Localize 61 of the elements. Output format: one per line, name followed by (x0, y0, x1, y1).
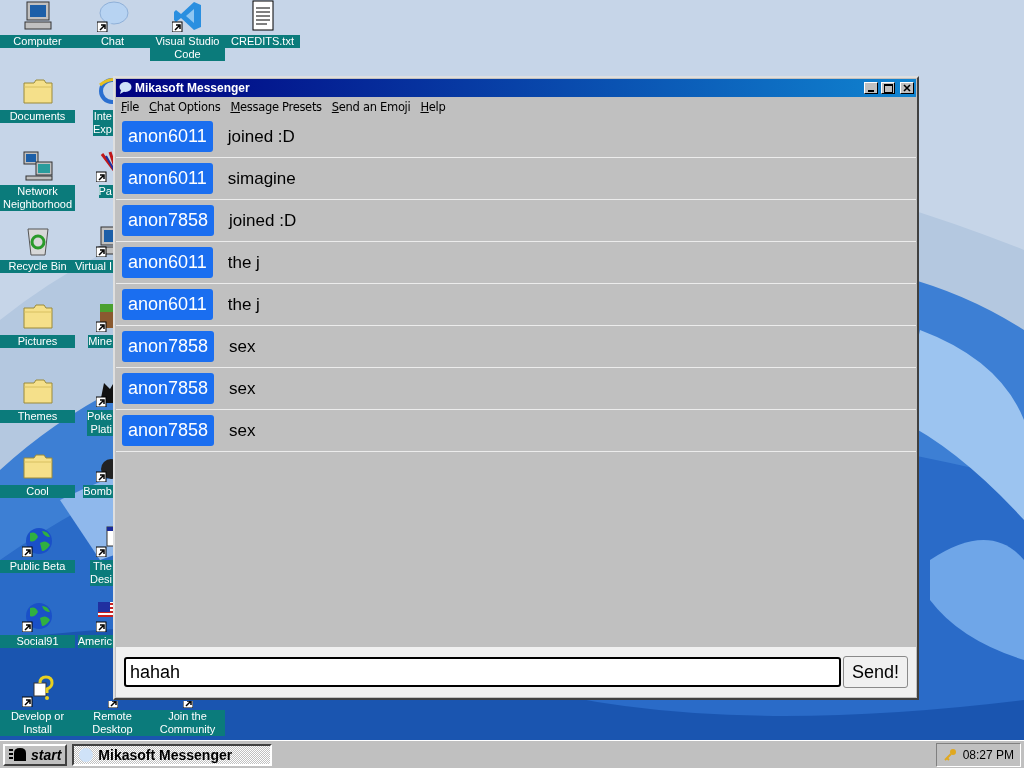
icon-label: Public Beta (0, 560, 75, 573)
username-badge: anon6011 (122, 289, 213, 320)
taskbar-button[interactable]: Mikasoft Messenger (72, 743, 273, 766)
message-text: joined :D (227, 126, 295, 147)
message-text: sex (229, 336, 256, 357)
message-text: the j (227, 252, 260, 273)
ring-icon (96, 75, 113, 107)
icon-label: Remote Desktop (75, 710, 150, 736)
icon-label: Poke Plati (86, 410, 113, 436)
speech-bubble-icon (78, 746, 95, 763)
send-button[interactable]: Send! (842, 656, 908, 688)
network-computers-icon (21, 150, 54, 182)
menu-item[interactable]: Message Presets (230, 99, 322, 114)
username-badge: anon6011 (122, 247, 213, 278)
message-text: joined :D (229, 210, 297, 231)
icon-label: Themes (0, 410, 75, 423)
username-badge: anon6011 (122, 121, 213, 152)
icon-label: The Desi (90, 560, 113, 586)
username-badge: anon6011 (122, 163, 213, 194)
icon-label: Computer (0, 35, 75, 48)
icon-label: Inte Exp (93, 110, 113, 136)
icon-label: Develop or Install (0, 710, 75, 736)
icon-label: CREDITS.txt (225, 35, 300, 48)
username-badge: anon7858 (122, 415, 215, 446)
icon-label: Bomb (83, 485, 113, 498)
icon-label: Visual Studio Code (150, 35, 225, 61)
key-icon (942, 747, 957, 762)
close-button[interactable] (900, 82, 914, 94)
message-text: sex (229, 420, 256, 441)
minimize-button[interactable] (864, 82, 878, 94)
computer-icon (21, 0, 54, 32)
icon-label: Mine (88, 335, 113, 348)
icon-label: Chat (75, 35, 150, 48)
window-title: Mikasoft Messenger (135, 81, 251, 95)
icon-label: Join the Community (150, 710, 225, 736)
close-icon (903, 84, 911, 92)
icon-label: Americ (77, 635, 113, 648)
username-badge: anon7858 (122, 373, 215, 404)
menu-item[interactable]: Send an Emoji (331, 99, 411, 114)
logo-icon (9, 746, 27, 763)
maximize-icon (883, 83, 893, 93)
maximize-button[interactable] (881, 82, 895, 94)
start-button[interactable]: start (3, 743, 68, 766)
username-badge: anon7858 (122, 205, 215, 236)
menu-item[interactable]: Help (420, 99, 446, 114)
icon-label: Network Neighborhood (0, 185, 75, 211)
icon-label: Virtual I (74, 260, 113, 273)
message-field[interactable]: hahah (124, 657, 841, 687)
menu-item[interactable]: Chat Options (149, 99, 221, 114)
icon-label: Documents (0, 110, 75, 123)
message-text: simagine (227, 168, 296, 189)
menu-item[interactable]: File (121, 99, 140, 114)
icon-label: Cool (0, 485, 75, 498)
icon-label: Social91 (0, 635, 75, 648)
clock: 08:27 PM (962, 747, 1014, 762)
icon-label: Pictures (0, 335, 75, 348)
speech-bubble-icon (118, 81, 132, 95)
message-text: the j (227, 294, 260, 315)
username-badge: anon7858 (122, 331, 215, 362)
message-text: sex (229, 378, 256, 399)
icon-label: Recycle Bin (0, 260, 75, 273)
